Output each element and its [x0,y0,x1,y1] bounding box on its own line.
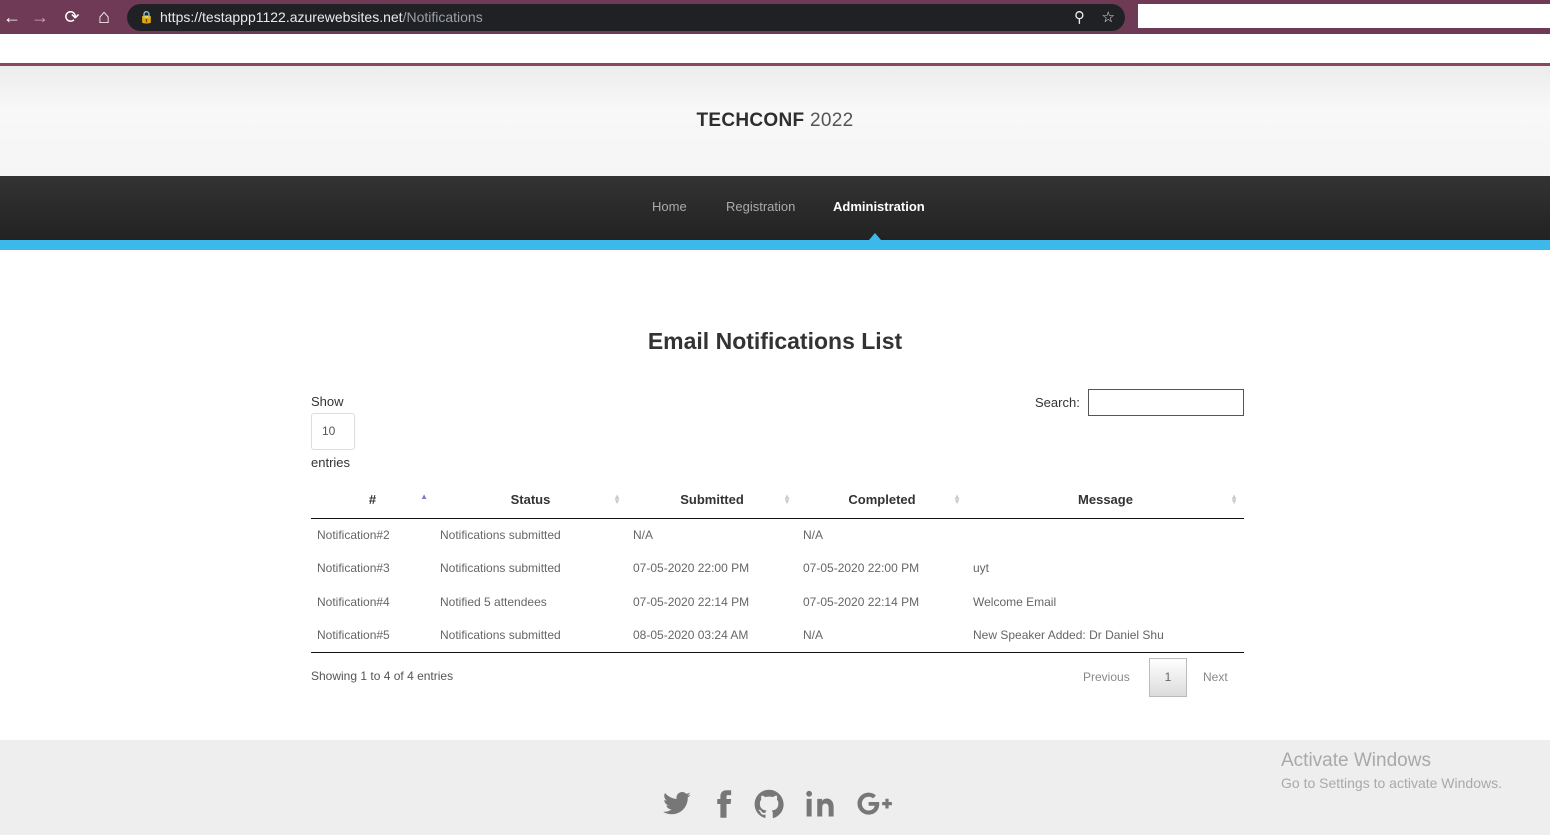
pagination-page-button[interactable]: 1 [1149,658,1187,697]
cell-submitted: N/A [633,528,654,542]
pagination-previous-button[interactable]: Previous [1083,670,1130,684]
site-title[interactable]: TECHCONF 2022 [0,110,1550,132]
site-title-name: TECHCONF [696,110,805,131]
cell-submitted: 07-05-2020 22:14 PM [633,594,750,609]
table-row: Notification#3 Notifications submitted 0… [311,552,1244,586]
zoom-icon[interactable]: ⚲ [1074,4,1085,31]
sort-ascending-icon: ▲ [420,492,428,501]
browser-bookmarks-bar [0,34,1550,64]
cell-message: Welcome Email [973,594,1057,609]
cell-number: Notification#5 [311,618,434,653]
main-navigation: Home Registration Administration [0,176,1550,240]
reload-icon[interactable]: ⟳ [60,5,84,29]
site-title-year: 2022 [810,110,854,131]
table-row: Notification#5 Notifications submitted 0… [311,618,1244,653]
cell-message [967,518,1244,552]
cell-completed: N/A [797,618,967,653]
cell-submitted: 08-05-2020 03:24 AM [627,618,797,653]
lock-icon: 🔒 [139,10,154,24]
cell-status: Notified 5 attendees [440,594,547,609]
url-path: /Notifications [402,9,483,25]
cell-completed: 07-05-2020 22:00 PM [803,561,920,576]
linkedin-icon[interactable] [803,789,837,819]
notifications-table: # ▲ Status ▲ ▼ Submitted ▲ ▼ Completed ▲ ▼ Mess… [311,481,1244,653]
windows-activation-hint: Go to Settings to activate Windows. [1281,775,1502,791]
windows-activation-title: Activate Windows [1281,750,1431,771]
site-header: TECHCONF 2022 [0,66,1550,176]
sort-icon: ▲ ▼ [953,492,961,506]
nav-item-home[interactable]: Home [652,199,687,214]
github-icon[interactable] [752,789,786,819]
show-label: Show [311,394,344,409]
table-header-row: # ▲ Status ▲ ▼ Submitted ▲ ▼ Completed ▲ ▼ Mess… [311,481,1244,519]
facebook-icon[interactable] [707,789,741,819]
table-row: Notification#2 Notifications submitted N… [311,518,1244,552]
cell-number: Notification#3 [317,561,390,576]
table-info: Showing 1 to 4 of 4 entries [311,669,454,683]
forward-icon[interactable]: → [28,5,52,29]
column-header-number[interactable]: # ▲ [311,481,434,519]
sort-icon: ▲ ▼ [783,492,791,506]
pagination-next-button[interactable]: Next [1203,670,1228,684]
browser-toolbar: ← → ⟳ ⌂ 🔒 https://testappp1122.azurewebs… [0,0,1550,34]
cell-number: Notification#4 [317,594,390,609]
twitter-icon[interactable] [660,789,694,819]
active-nav-indicator [869,233,881,240]
extension-area [1138,4,1550,28]
url-host: https://testappp1122.azurewebsites.net [160,9,403,25]
cell-status: Notifications submitted [440,561,561,576]
cell-completed: 07-05-2020 22:14 PM [803,594,920,609]
entries-label: entries [311,455,351,470]
cell-message: New Speaker Added: Dr Daniel Shu [967,618,1244,653]
google-plus-icon[interactable] [856,789,894,819]
address-bar[interactable]: 🔒 https://testappp1122.azurewebsites.net… [127,4,1125,31]
sort-icon: ▲ ▼ [1230,492,1238,506]
cell-submitted: 07-05-2020 22:00 PM [633,561,750,576]
column-header-status[interactable]: Status ▲ ▼ [434,481,627,519]
accent-bar [0,240,1550,250]
search-label: Search: [1035,395,1080,410]
search-input[interactable] [1088,389,1244,416]
bookmark-star-icon[interactable]: ☆ [1102,4,1115,31]
column-header-submitted[interactable]: Submitted ▲ ▼ [627,481,797,519]
site-footer: Activate Windows Go to Settings to activ… [0,740,1550,835]
cell-status: Notifications submitted [434,618,627,653]
table-row: Notification#4 Notified 5 attendees 07-0… [311,585,1244,619]
sort-icon: ▲ ▼ [613,492,621,506]
cell-number: Notification#2 [317,528,390,542]
nav-item-administration[interactable]: Administration [833,199,925,214]
entries-length-select[interactable]: 10 [311,413,355,450]
cell-completed: N/A [803,528,824,542]
nav-item-registration[interactable]: Registration [726,199,795,214]
cell-status: Notifications submitted [440,528,561,542]
back-icon[interactable]: ← [0,5,24,29]
home-icon[interactable]: ⌂ [92,5,116,29]
column-header-message[interactable]: Message ▲ ▼ [967,481,1244,519]
column-header-completed[interactable]: Completed ▲ ▼ [797,481,967,519]
page-title: Email Notifications List [647,328,903,354]
cell-message: uyt [973,561,990,576]
